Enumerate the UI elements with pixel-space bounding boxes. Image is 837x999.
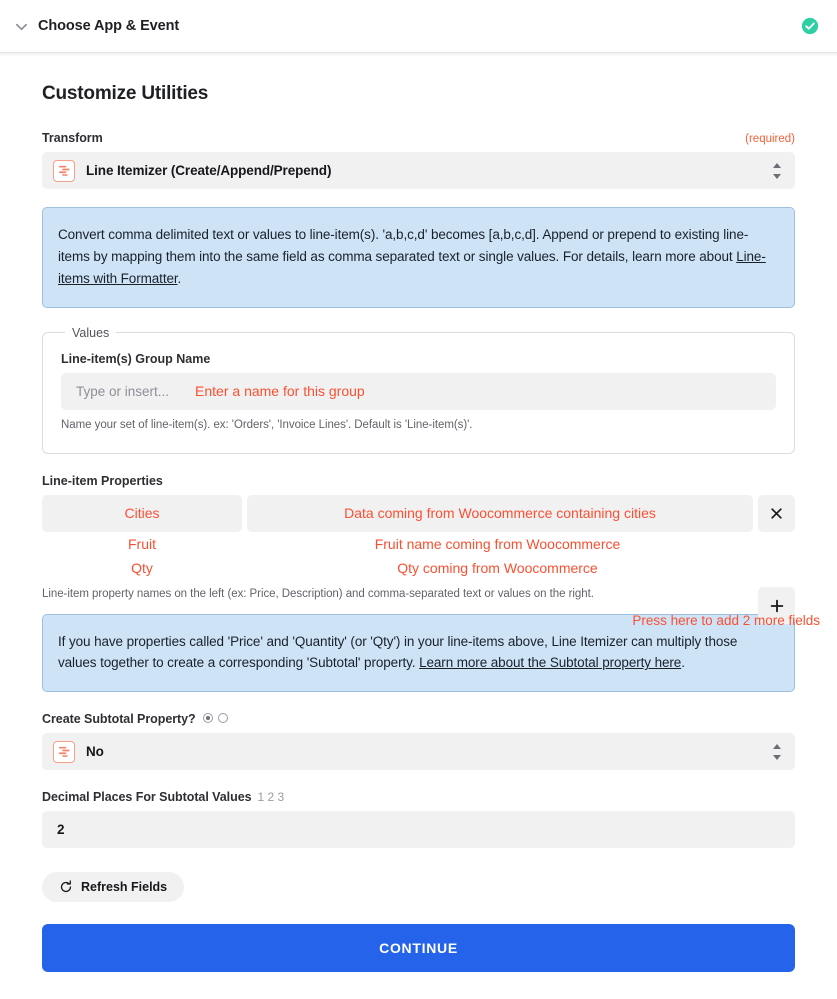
line-item-property-ghost-row: Qty Qty coming from Woocommerce xyxy=(42,559,795,580)
callout-one-text-before: Convert comma delimited text or values t… xyxy=(58,227,749,264)
decimal-places-input[interactable]: 2 xyxy=(42,811,795,849)
page-title: Customize Utilities xyxy=(42,83,209,104)
line-item-property-row: Cities Data coming from Woocommerce cont… xyxy=(42,494,795,532)
subtotal-property-link[interactable]: Learn more about the Subtotal property h… xyxy=(419,655,681,670)
group-name-label: Line-item(s) Group Name xyxy=(61,351,211,366)
continue-button[interactable]: CONTINUE xyxy=(42,924,795,973)
subtotal-radio-group[interactable] xyxy=(202,713,228,724)
group-name-help: Name your set of line-item(s). ex: 'Orde… xyxy=(61,418,473,431)
chevron-down-icon[interactable] xyxy=(10,15,32,37)
refresh-icon xyxy=(59,880,73,894)
transform-label: Transform xyxy=(42,131,103,145)
subtotal-label: Create Subtotal Property? xyxy=(42,712,196,727)
subtotal-stepper-icon[interactable] xyxy=(772,743,781,760)
refresh-fields-button[interactable]: Refresh Fields xyxy=(42,872,185,903)
line-item-properties-help: Line-item property names on the left (ex… xyxy=(42,587,594,600)
line-item-value-text: Data coming from Woocommerce containing … xyxy=(344,505,656,522)
step-header[interactable]: Choose App & Event xyxy=(0,0,837,53)
step-header-title: Choose App & Event xyxy=(38,18,180,34)
subtotal-radio-option-1[interactable] xyxy=(202,713,213,724)
line-item-value-input[interactable]: Data coming from Woocommerce containing … xyxy=(247,494,753,532)
subtotal-selected-value: No xyxy=(86,744,104,760)
line-item-key-text: Fruit xyxy=(128,536,156,553)
line-item-properties-label: Line-item Properties xyxy=(42,473,163,488)
group-name-placeholder: Type or insert... xyxy=(76,383,170,399)
line-item-key-text: Qty xyxy=(131,560,153,577)
line-item-property-ghost-row: Fruit Fruit name coming from Woocommerce xyxy=(42,535,795,556)
add-field-annotation: Press here to add 2 more fields xyxy=(632,613,820,628)
decimal-places-hint: 1 2 3 xyxy=(257,790,285,805)
decimal-places-label-row: Decimal Places For Subtotal Values 1 2 3 xyxy=(42,790,795,804)
decimal-places-value: 2 xyxy=(57,822,65,838)
line-item-key-input[interactable]: Cities xyxy=(42,494,242,532)
transform-stepper-icon[interactable] xyxy=(772,162,781,179)
values-fieldset: Values Line-item(s) Group Name Type or i… xyxy=(42,325,795,454)
transform-selected-value: Line Itemizer (Create/Append/Prepend) xyxy=(86,163,332,178)
continue-button-label: CONTINUE xyxy=(379,940,458,957)
transform-required-note: (required) xyxy=(745,133,795,145)
subtotal-radio-option-2[interactable] xyxy=(217,713,228,724)
line-item-value-text: Fruit name coming from Woocommerce xyxy=(374,536,621,553)
formatter-line-itemizer-icon xyxy=(53,740,75,763)
line-item-value-text: Qty coming from Woocommerce xyxy=(397,560,598,577)
formatter-line-itemizer-icon xyxy=(53,159,75,182)
subtotal-select[interactable]: No xyxy=(42,733,795,771)
refresh-fields-label: Refresh Fields xyxy=(81,880,168,895)
values-legend: Values xyxy=(72,325,110,340)
group-name-annotation: Enter a name for this group xyxy=(195,383,365,400)
group-name-input[interactable]: Type or insert... Enter a name for this … xyxy=(61,372,776,410)
callout-two-text-after: . xyxy=(681,655,685,671)
line-item-properties-block: Line-item Properties Cities Data coming … xyxy=(42,474,795,600)
check-circle-icon xyxy=(800,17,819,36)
customize-panel: Customize Utilities Transform (required)… xyxy=(0,57,837,973)
transform-select[interactable]: Line Itemizer (Create/Append/Prepend) xyxy=(42,152,795,189)
close-icon[interactable] xyxy=(758,494,795,532)
decimal-places-label: Decimal Places For Subtotal Values xyxy=(42,790,252,805)
callout-one-text-after: . xyxy=(177,270,182,286)
subtotal-label-row: Create Subtotal Property? xyxy=(42,712,795,726)
line-item-key-text: Cities xyxy=(124,505,160,522)
transform-label-row: Transform (required) xyxy=(42,131,795,145)
line-itemizer-description-callout: Convert comma delimited text or values t… xyxy=(42,207,795,308)
